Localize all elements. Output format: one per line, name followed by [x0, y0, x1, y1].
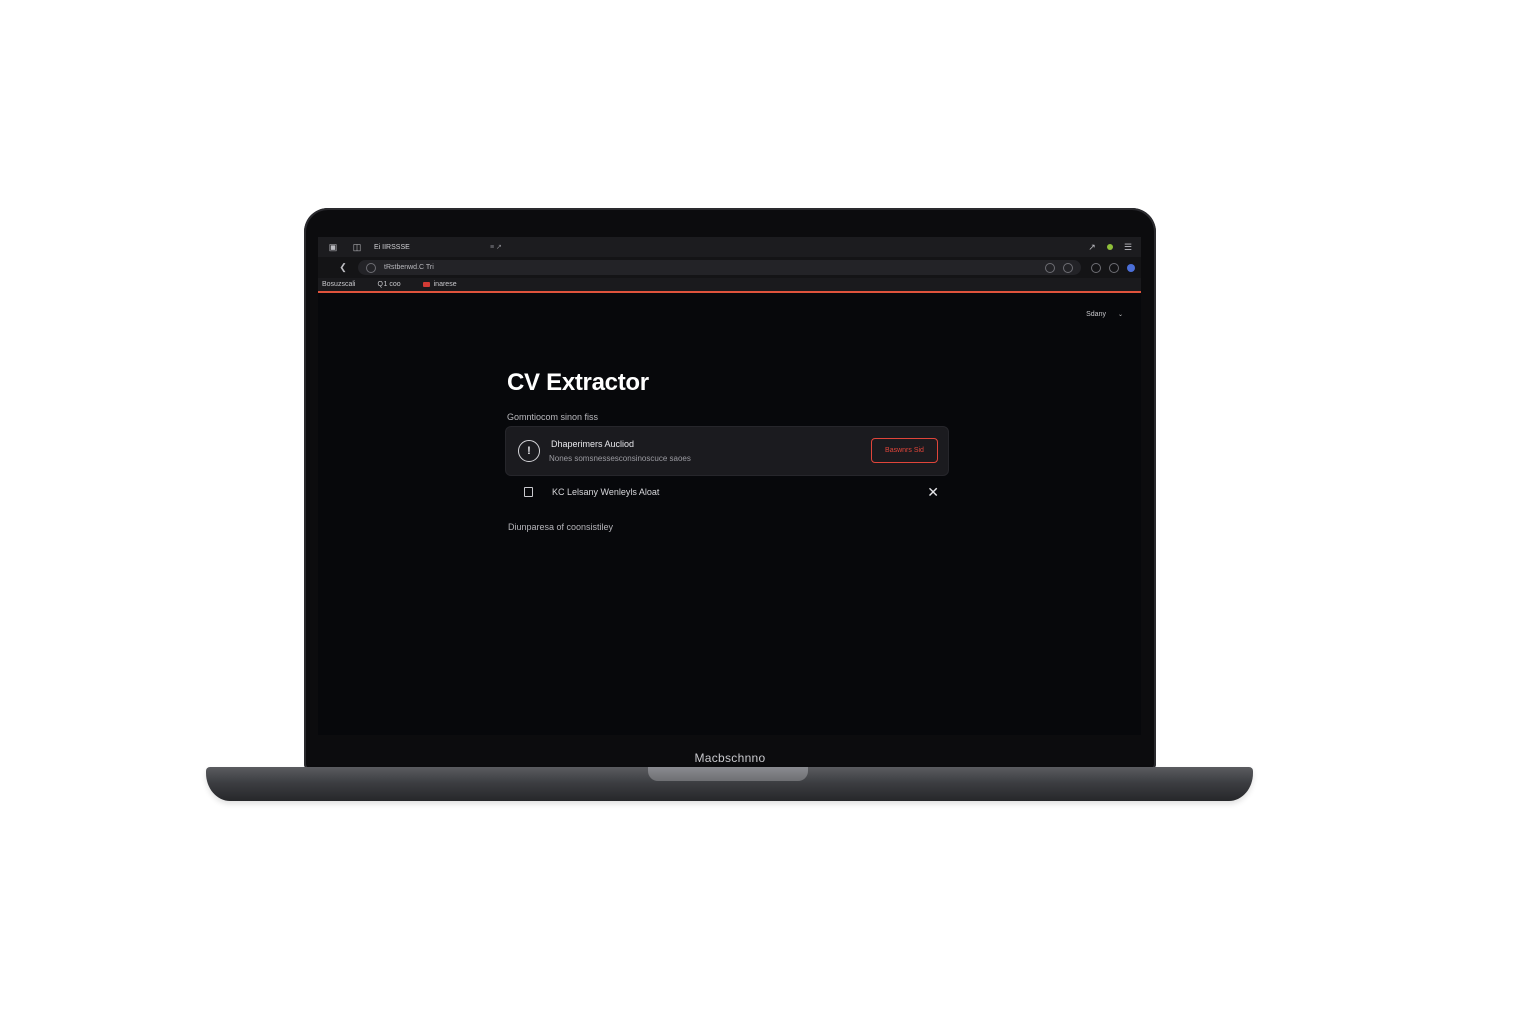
address-bar: ❮ tRstbenwd.C Tri	[318, 257, 1141, 278]
alert-action-button[interactable]: Baswnrs Sid	[871, 438, 938, 463]
alert-description: Nones somsnessesconsinoscuce saoes	[549, 454, 691, 463]
alert-title: Dhaperimers Aucliod	[551, 439, 635, 449]
bookmark-item[interactable]: Q 1 coo	[377, 281, 400, 288]
reader-icon[interactable]	[1045, 262, 1055, 273]
tab-title[interactable]: Ei IIRSSSE	[374, 244, 484, 251]
reload-icon[interactable]	[1063, 262, 1073, 273]
downloads-icon[interactable]	[1109, 262, 1119, 273]
language-selector[interactable]: Sdany ⌄	[1086, 311, 1123, 318]
url-field[interactable]: tRstbenwd.C Tri	[358, 260, 1081, 275]
file-name: KC Lelsany Wenleyls Aloat	[552, 487, 660, 497]
url-text[interactable]: tRstbenwd.C Tri	[384, 264, 434, 271]
screen: ▣ ◫ Ei IIRSSSE ≡ ↗ ↗ ☰ ❮ tRstbenwd.C Tri	[318, 237, 1141, 735]
extension-icon[interactable]	[1107, 244, 1113, 250]
alert-card: ! Dhaperimers Aucliod Nones somsnessesco…	[505, 426, 949, 476]
browser-titlebar: ▣ ◫ Ei IIRSSSE ≡ ↗ ↗ ☰	[318, 237, 1141, 257]
laptop-lid: ▣ ◫ Ei IIRSSSE ≡ ↗ ↗ ☰ ❮ tRstbenwd.C Tri	[304, 208, 1156, 770]
bookmark-label: Q 1 coo	[377, 281, 401, 288]
back-icon[interactable]: ❮	[336, 261, 350, 275]
share-icon[interactable]: ↗	[1085, 240, 1099, 254]
page-subtitle: Gomntiocom sinon fiss	[507, 412, 599, 422]
account-icon[interactable]	[1091, 262, 1101, 273]
file-row: KC Lelsany Wenleyls Aloat ✕	[505, 481, 949, 503]
tab-extra[interactable]: ≡ ↗	[490, 243, 502, 251]
sidebar-toggle-icon[interactable]: ▣	[326, 240, 340, 254]
alert-icon: !	[518, 440, 540, 462]
site-info-icon[interactable]	[366, 262, 376, 273]
bookmark-label: Bosuzscali	[322, 281, 356, 288]
bookmarks-bar: Bosuzscali Q 1 coo inarese	[318, 278, 1141, 293]
bookmark-item[interactable]: inarese	[422, 281, 457, 288]
bookmark-item[interactable]: Bosuzscali	[322, 281, 355, 288]
file-checkbox[interactable]	[524, 487, 533, 497]
laptop-base	[206, 767, 1253, 801]
titlebar-actions: ↗ ☰	[1085, 240, 1141, 254]
close-icon[interactable]: ✕	[927, 485, 939, 499]
toolbar-right	[1091, 262, 1135, 273]
tab-overview-icon[interactable]: ◫	[350, 240, 364, 254]
footnote: Diunparesa of coonsistiley	[508, 522, 614, 532]
trackpad-notch	[648, 767, 808, 781]
window-menu-icon[interactable]: ☰	[1121, 240, 1135, 254]
chevron-down-icon: ⌄	[1117, 312, 1123, 318]
profile-icon[interactable]	[1127, 263, 1135, 272]
bookmark-label: inarese	[433, 281, 457, 288]
bookmark-favicon-icon	[422, 282, 430, 287]
page-title: CV Extractor	[507, 369, 649, 396]
language-label: Sdany	[1086, 311, 1106, 318]
device-label: Macbschnno	[694, 751, 766, 765]
